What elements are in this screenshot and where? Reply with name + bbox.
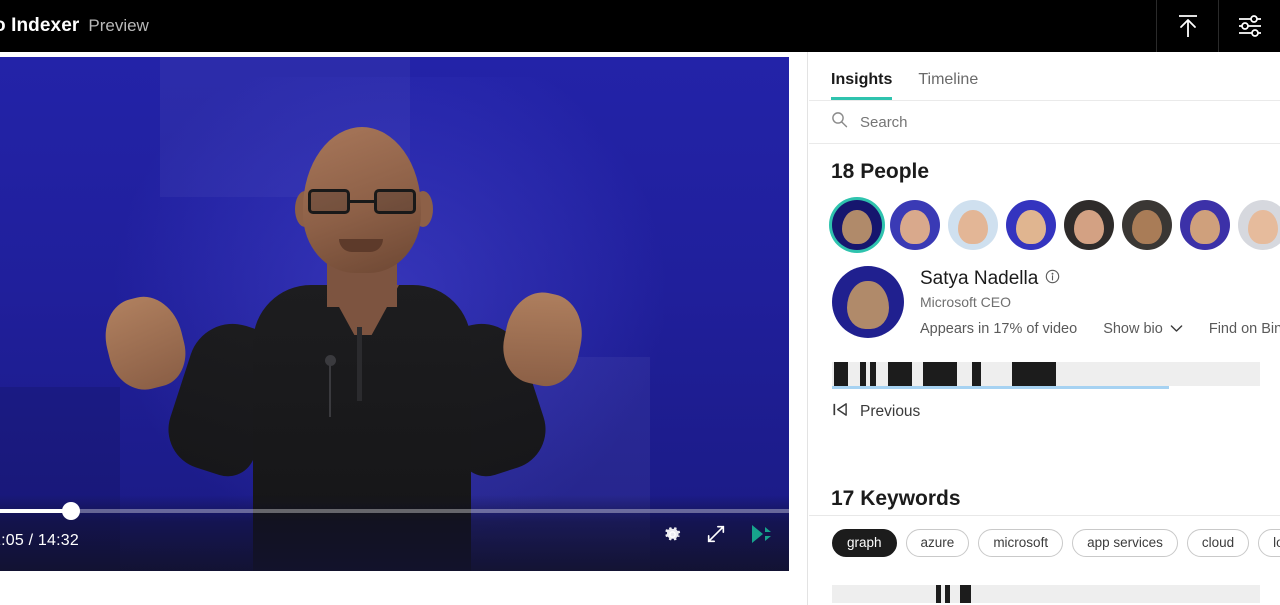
insights-pane: Insights Timeline 18 People [809, 52, 1280, 605]
show-bio-button[interactable]: Show bio [1103, 321, 1183, 337]
occurrence-block [888, 362, 912, 386]
video-controls: 2:05 / 14:32 [0, 495, 789, 571]
show-bio-label: Show bio [1103, 321, 1163, 337]
top-header-bar: o Indexer Preview [0, 0, 1280, 52]
info-icon[interactable] [1045, 268, 1060, 290]
avatar-person-6[interactable] [1122, 200, 1172, 250]
brand: o Indexer Preview [0, 15, 149, 37]
keywords-heading: 17 Keywords [831, 487, 961, 510]
selected-person-avatar[interactable] [832, 266, 904, 338]
avatar-person-5[interactable] [1064, 200, 1114, 250]
avatar-person-7[interactable] [1180, 200, 1230, 250]
person-occurrence-wrap [809, 362, 1280, 389]
occurrence-block [834, 362, 848, 386]
lens-right [374, 189, 416, 214]
cast-play-icon [749, 523, 773, 550]
settings-button[interactable] [1218, 0, 1280, 52]
person-name-row: Satya Nadella [920, 268, 1280, 290]
avatar-person-3[interactable] [948, 200, 998, 250]
keyword-pill-app-services[interactable]: app services [1072, 529, 1178, 557]
keywords-section: 17 Keywords graph azure microsoft app se… [809, 487, 1280, 603]
video-player[interactable]: 2:05 / 14:32 [0, 57, 789, 571]
occurrence-block [945, 585, 950, 603]
occurrence-block [923, 362, 957, 386]
selected-person-info: Satya Nadella Microsoft CEO Appears in 1… [920, 266, 1280, 337]
video-time-display: 2:05 / 14:32 [0, 532, 79, 549]
search-icon [831, 111, 848, 133]
upload-icon [1176, 13, 1200, 39]
scrubber-handle[interactable] [62, 502, 80, 520]
avatar-person-8[interactable] [1238, 200, 1280, 250]
keyword-pill-location-services[interactable]: location servic [1258, 529, 1280, 557]
keyword-pill-cloud[interactable]: cloud [1186, 529, 1250, 557]
occurrence-block [972, 362, 981, 386]
person-occurrence-timeline[interactable] [832, 362, 1260, 386]
video-scrubber[interactable] [0, 502, 789, 520]
people-heading: 18 People [831, 160, 930, 183]
gear-icon [662, 524, 683, 550]
keyword-occurrence-timeline[interactable] [832, 585, 1260, 603]
glasses-icon [308, 189, 416, 215]
keyword-pill-graph[interactable]: graph [832, 529, 897, 557]
video-settings-button[interactable] [662, 524, 683, 550]
search-bar[interactable] [809, 100, 1280, 144]
chevron-down-icon [1170, 321, 1183, 337]
speaker-mouth [339, 239, 383, 252]
occurrence-block [936, 585, 941, 603]
find-on-bing-label: Find on Bing [1208, 321, 1280, 337]
person-role: Microsoft CEO [920, 294, 1012, 310]
tab-timeline[interactable]: Timeline [918, 71, 978, 100]
keyword-pill-azure[interactable]: azure [905, 529, 970, 557]
occurrence-block [860, 362, 866, 386]
lens-bridge [350, 200, 374, 203]
keywords-pill-row: graph azure microsoft app services cloud… [809, 529, 1280, 557]
mic-cord [329, 365, 331, 417]
occurrence-progress-bar [832, 386, 1169, 389]
speaker-placket [357, 327, 362, 401]
selected-person-card: Satya Nadella Microsoft CEO Appears in 1… [809, 266, 1280, 338]
expand-icon [705, 523, 727, 550]
app-title: o Indexer [0, 15, 80, 36]
avatar-person-2[interactable] [890, 200, 940, 250]
avatar-satya-nadella[interactable] [832, 200, 882, 250]
lens-left [308, 189, 350, 214]
search-input[interactable] [860, 113, 1160, 131]
keyword-pill-microsoft[interactable]: microsoft [978, 529, 1064, 557]
people-section: 18 People Satya Nadella Microsoft CEO Ap… [809, 160, 1280, 516]
person-meta-row: Appears in 17% of video Show bio Find on… [920, 321, 1280, 337]
fullscreen-button[interactable] [705, 523, 727, 550]
tab-insights[interactable]: Insights [831, 71, 893, 100]
video-pane: 2:05 / 14:32 [0, 52, 808, 605]
person-name: Satya Nadella [920, 268, 1039, 289]
people-avatar-row [809, 200, 1280, 250]
scrubber-progress [0, 509, 70, 513]
skip-previous-icon [832, 402, 849, 422]
insights-tabs: Insights Timeline [809, 52, 1280, 100]
sliders-icon [1237, 14, 1263, 38]
person-appearance: Appears in 17% of video [920, 321, 1078, 337]
video-indexer-app: o Indexer Preview 2:05 / 14:32 Insights … [0, 0, 1280, 605]
previous-label: Previous [860, 403, 921, 420]
previous-button[interactable]: Previous [809, 402, 1280, 422]
upload-button[interactable] [1156, 0, 1218, 52]
preview-badge: Preview [88, 16, 149, 35]
cast-button[interactable] [749, 523, 773, 550]
video-control-buttons [662, 523, 773, 550]
avatar-person-4[interactable] [1006, 200, 1056, 250]
occurrence-block [870, 362, 876, 386]
find-on-bing-button[interactable]: Find on Bing [1209, 321, 1280, 337]
occurrence-block [960, 585, 971, 603]
occurrence-block [1012, 362, 1056, 386]
header-actions [1156, 0, 1280, 52]
